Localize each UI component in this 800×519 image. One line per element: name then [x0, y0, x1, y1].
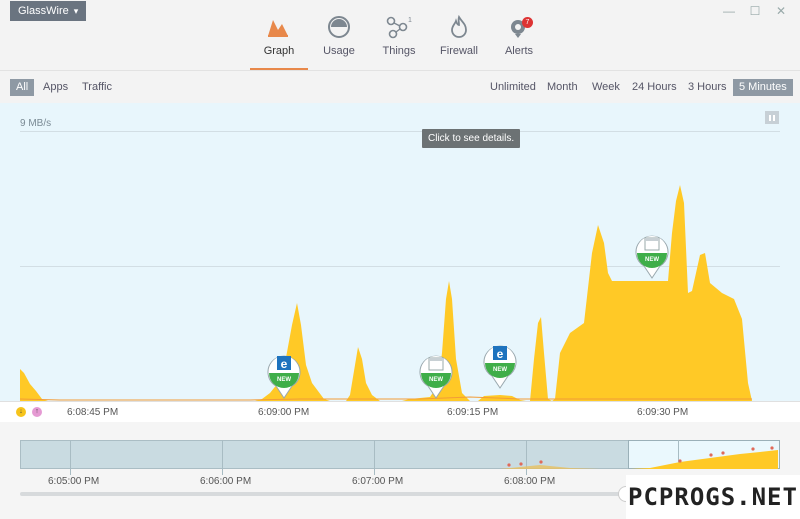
timeline-scrollbar[interactable] [20, 492, 630, 496]
usage-icon [310, 14, 368, 40]
tab-graph[interactable]: Graph [250, 14, 308, 70]
svg-text:e: e [497, 347, 504, 361]
tab-firewall[interactable]: Firewall [430, 14, 488, 70]
tab-alerts-label: Alerts [504, 45, 534, 57]
close-button[interactable]: ✕ [774, 4, 788, 18]
timeline-navigator: 6:05:00 PM 6:06:00 PM 6:07:00 PM 6:08:00… [0, 422, 800, 519]
axis-tick: 6:09:15 PM [447, 407, 499, 418]
range-3-hours[interactable]: 3 Hours [682, 79, 733, 96]
svg-text:e: e [281, 357, 288, 371]
axis-tick: 6:09:30 PM [637, 407, 689, 418]
app-pin-window[interactable]: NEW [634, 233, 670, 279]
tab-things[interactable]: 1 Things [370, 14, 428, 70]
filter-bar: All Apps Traffic Unlimited Month Week 24… [0, 70, 800, 103]
alerts-count-badge: 7 [522, 17, 533, 28]
pin-new-label: NEW [645, 257, 659, 263]
title-bar: GlassWire ▾ — ☐ ✕ Graph Usage 1 Things F… [0, 0, 800, 70]
filter-traffic[interactable]: Traffic [76, 79, 118, 96]
tab-usage[interactable]: Usage [310, 14, 368, 70]
minimize-button[interactable]: — [722, 4, 736, 18]
timeline-tick: 6:05:00 PM [48, 476, 100, 487]
arrow-up-icon[interactable]: ↑ [32, 407, 42, 417]
main-tabs: Graph Usage 1 Things Firewall 7 Alerts [250, 14, 550, 70]
tab-things-label: Things [382, 45, 416, 57]
traffic-area-chart [19, 185, 752, 401]
axis-tick: 6:09:00 PM [258, 407, 310, 418]
app-pin-edge[interactable]: e NEW [482, 343, 518, 389]
range-24-hours[interactable]: 24 Hours [626, 79, 683, 96]
pin-new-label: NEW [277, 377, 291, 383]
app-menu-button[interactable]: GlassWire ▾ [10, 1, 87, 21]
time-axis: ↓ ↑ 6:08:45 PM 6:09:00 PM 6:09:15 PM 6:0… [0, 401, 800, 422]
chevron-down-icon: ▾ [73, 6, 79, 16]
filter-apps[interactable]: Apps [37, 79, 74, 96]
timeline-tick: 6:08:00 PM [504, 476, 556, 487]
range-month[interactable]: Month [541, 79, 584, 96]
app-pin-window[interactable]: NEW [418, 353, 454, 399]
range-5-minutes[interactable]: 5 Minutes [733, 79, 793, 96]
window-controls: — ☐ ✕ [722, 4, 788, 18]
pin-new-label: NEW [493, 367, 507, 373]
app-pin-edge[interactable]: e NEW [266, 353, 302, 399]
traffic-area [20, 185, 752, 401]
timeline-tick: 6:07:00 PM [352, 476, 404, 487]
firewall-icon [430, 14, 488, 40]
alerts-icon [490, 14, 548, 40]
filter-all[interactable]: All [10, 79, 35, 96]
arrow-down-icon[interactable]: ↓ [16, 407, 26, 417]
tab-graph-label: Graph [263, 45, 295, 57]
tab-alerts[interactable]: 7 Alerts [490, 14, 548, 70]
things-superscript: 1 [408, 17, 412, 24]
timeline-tick: 6:06:00 PM [200, 476, 252, 487]
graph-tooltip: Click to see details. [422, 129, 521, 148]
traffic-graph[interactable]: 9 MB/s Click to see details. e NEW NEW e… [0, 103, 800, 401]
maximize-button[interactable]: ☐ [748, 4, 762, 18]
things-icon: 1 [370, 14, 428, 40]
tab-firewall-label: Firewall [440, 45, 478, 57]
axis-tick: 6:08:45 PM [67, 407, 119, 418]
range-unlimited[interactable]: Unlimited [484, 79, 542, 96]
tab-usage-label: Usage [323, 45, 355, 57]
graph-icon [250, 14, 308, 40]
app-name: GlassWire [18, 5, 69, 17]
pin-new-label: NEW [429, 377, 443, 383]
range-week[interactable]: Week [586, 79, 626, 96]
watermark: PCPROGS.NET [626, 475, 800, 519]
